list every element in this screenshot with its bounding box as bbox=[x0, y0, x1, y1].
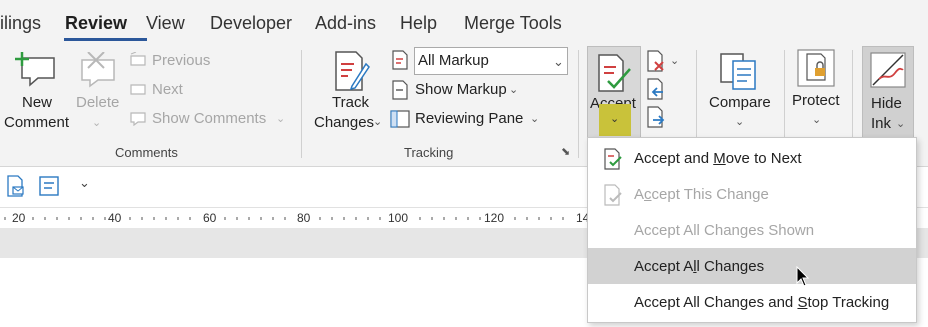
delete-comment-button[interactable]: Delete ⌄ bbox=[74, 44, 122, 144]
send-document-icon[interactable] bbox=[5, 175, 27, 197]
chevron-down-icon: ⌄ bbox=[276, 113, 286, 125]
chevron-down-icon: ⌄ bbox=[530, 113, 540, 125]
reviewing-pane-button[interactable]: Reviewing Pane ⌄ bbox=[390, 108, 550, 130]
chevron-down-icon: ⌄ bbox=[610, 113, 620, 125]
menu-item-accept-all-changes-shown[interactable]: Accept All Changes Shown bbox=[588, 212, 916, 248]
new-comment-icon bbox=[15, 52, 55, 87]
chevron-down-icon: ⌄ bbox=[92, 117, 102, 129]
chevron-down-icon: ⌄ bbox=[812, 114, 822, 126]
track-changes-label-2: Changes bbox=[314, 114, 375, 131]
chevron-down-icon: ⌄ bbox=[553, 54, 564, 69]
menu-item-accept-and-move-to-next[interactable]: Accept and Move to Next bbox=[588, 140, 916, 176]
previous-comment-icon bbox=[130, 52, 146, 66]
show-comments-icon bbox=[130, 112, 146, 126]
active-tab-indicator bbox=[64, 38, 147, 41]
accept-change-icon bbox=[604, 184, 622, 206]
show-markup-icon bbox=[392, 80, 408, 100]
accept-dropdown-menu: Accept and Move to Next Accept This Chan… bbox=[587, 137, 917, 323]
mouse-cursor-icon bbox=[796, 266, 810, 287]
ruler-number: 120 bbox=[484, 211, 505, 225]
ruler-number: 40 bbox=[108, 211, 122, 225]
protect-icon bbox=[797, 49, 835, 87]
compare-button[interactable]: Compare ⌄ bbox=[703, 44, 777, 144]
tab-developer[interactable]: Developer bbox=[210, 13, 292, 34]
chevron-down-icon: ⌄ bbox=[896, 118, 906, 130]
delete-label: Delete bbox=[76, 94, 120, 111]
menu-item-label: Accept All Changes and Stop Tracking bbox=[634, 294, 890, 311]
comments-group-label: Comments bbox=[115, 145, 178, 160]
tracking-group-label: Tracking bbox=[404, 145, 454, 160]
hide-ink-icon bbox=[870, 52, 906, 88]
markup-select-value: All Markup bbox=[418, 52, 489, 69]
dialog-launcher-icon[interactable]: ⬊ bbox=[561, 145, 570, 158]
new-comment-label-1: New bbox=[22, 94, 53, 111]
tab-mailings[interactable]: ilings bbox=[0, 13, 41, 34]
markup-display-select[interactable]: All Markup ⌄ bbox=[414, 47, 568, 75]
track-changes-button[interactable]: Track Changes ⌄ bbox=[310, 44, 386, 144]
previous-label: Previous bbox=[152, 52, 211, 69]
show-markup-button[interactable]: Show Markup ⌄ bbox=[390, 79, 530, 101]
chevron-down-icon: ⌄ bbox=[509, 84, 519, 96]
chevron-down-icon: ⌄ bbox=[735, 116, 745, 128]
menu-item-accept-all-and-stop-tracking[interactable]: Accept All Changes and Stop Tracking bbox=[588, 284, 916, 320]
ruler-number: 80 bbox=[297, 211, 311, 225]
group-divider bbox=[578, 50, 579, 158]
new-comment-button[interactable]: New Comment bbox=[0, 44, 76, 144]
display-for-review-icon bbox=[392, 50, 408, 70]
protect-button[interactable]: Protect ⌄ bbox=[790, 44, 850, 144]
chevron-down-icon[interactable]: ⌄ bbox=[670, 54, 679, 67]
compare-label: Compare bbox=[709, 94, 771, 111]
next-comment-button[interactable]: Next bbox=[126, 79, 286, 101]
reviewing-pane-label: Reviewing Pane bbox=[415, 110, 524, 127]
tab-help[interactable]: Help bbox=[400, 13, 437, 34]
new-comment-label-2: Comment bbox=[4, 114, 70, 131]
next-label: Next bbox=[152, 81, 183, 98]
ruler-number: 100 bbox=[388, 211, 409, 225]
menu-item-label: Accept All Changes Shown bbox=[634, 222, 815, 239]
tab-review[interactable]: Review bbox=[65, 13, 127, 34]
group-divider bbox=[301, 50, 302, 158]
ruler-number: 60 bbox=[203, 211, 217, 225]
previous-comment-button[interactable]: Previous bbox=[126, 50, 286, 72]
customize-toolbar-icon[interactable]: ⌄ bbox=[79, 175, 90, 191]
next-comment-icon bbox=[130, 84, 146, 95]
ribbon-tab-bar: ilings Review View Developer Add-ins Hel… bbox=[0, 0, 928, 44]
hide-ink-label-1: Hide bbox=[871, 95, 902, 112]
tab-add-ins[interactable]: Add-ins bbox=[315, 13, 376, 34]
track-changes-icon bbox=[335, 51, 370, 91]
accept-dropdown-arrow[interactable]: ⌄ bbox=[599, 104, 631, 136]
menu-item-label: Accept All Changes bbox=[634, 258, 765, 275]
hide-ink-button[interactable]: Hide Ink ⌄ bbox=[862, 46, 914, 140]
delete-comment-icon bbox=[81, 52, 115, 88]
show-comments-label: Show Comments bbox=[152, 110, 267, 127]
accept-icon bbox=[598, 54, 631, 92]
show-markup-label: Show Markup bbox=[415, 81, 507, 98]
next-change-icon[interactable] bbox=[645, 106, 667, 128]
menu-item-accept-all-changes[interactable]: Accept All Changes bbox=[588, 248, 916, 284]
reviewing-pane-icon bbox=[390, 110, 410, 128]
form-icon[interactable] bbox=[38, 175, 60, 197]
ruler-number: 20 bbox=[12, 211, 26, 225]
compare-icon bbox=[720, 53, 756, 90]
tab-view[interactable]: View bbox=[146, 13, 185, 34]
menu-item-accept-this-change[interactable]: Accept This Change bbox=[588, 176, 916, 212]
hide-ink-label-2: Ink bbox=[871, 115, 892, 132]
chevron-down-icon: ⌄ bbox=[373, 116, 383, 128]
show-comments-button[interactable]: Show Comments ⌄ bbox=[126, 108, 296, 130]
accept-move-next-icon bbox=[604, 148, 622, 170]
menu-item-label: Accept and Move to Next bbox=[634, 150, 802, 167]
protect-label: Protect bbox=[792, 92, 840, 109]
menu-item-label: Accept This Change bbox=[634, 186, 769, 203]
previous-change-icon[interactable] bbox=[645, 78, 667, 100]
tab-merge-tools[interactable]: Merge Tools bbox=[464, 13, 562, 34]
track-changes-label-1: Track bbox=[332, 94, 369, 111]
reject-icon[interactable] bbox=[645, 50, 667, 72]
